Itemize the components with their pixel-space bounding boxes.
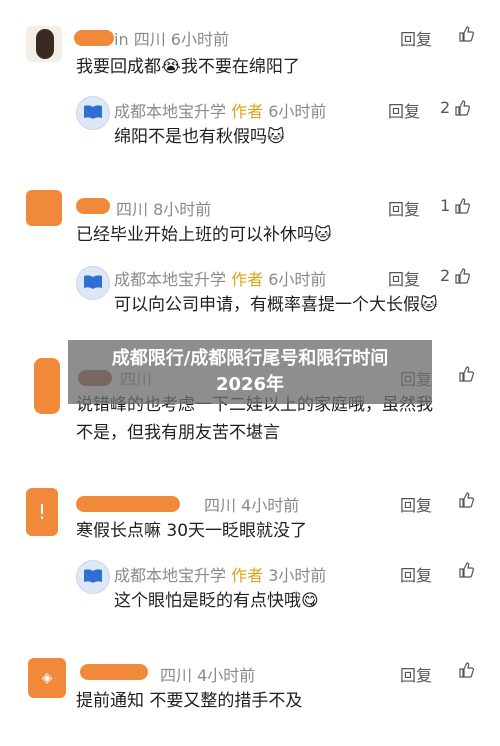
- redacted-username: [74, 30, 114, 46]
- reply-author: 成都本地宝升学: [114, 102, 227, 121]
- reply-meta: 成都本地宝升学 作者 6小时前: [114, 266, 326, 290]
- reply-button[interactable]: 回复: [400, 26, 432, 50]
- thumb-up-icon: [455, 267, 471, 284]
- redacted-username: [76, 496, 180, 512]
- overlay-line-2: 2026年: [215, 374, 285, 395]
- location: 四川: [133, 30, 166, 49]
- author-avatar[interactable]: [76, 266, 110, 300]
- reply-button[interactable]: 回复: [388, 266, 420, 290]
- comment-meta: in 四川 6小时前: [114, 26, 229, 50]
- avatar[interactable]: !: [26, 488, 58, 536]
- book-icon: [84, 569, 102, 583]
- book-icon: [84, 275, 102, 289]
- like-button[interactable]: [454, 26, 474, 42]
- location: 四川: [204, 496, 237, 515]
- reply-button[interactable]: 回复: [388, 196, 420, 220]
- thumb-up-icon: [455, 99, 471, 116]
- author-tag: 作者: [231, 270, 264, 289]
- like-count: 1: [440, 196, 451, 215]
- redacted-username: [76, 198, 110, 214]
- like-button[interactable]: [454, 492, 474, 508]
- comment-text: 寒假长点嘛 30天一眨眼就没了: [76, 521, 308, 541]
- reply-timestamp: 3小时前: [268, 566, 327, 585]
- reply-button[interactable]: 回复: [400, 662, 432, 686]
- comment-text: 提前通知 不要又整的措手不及: [76, 691, 303, 711]
- avatar[interactable]: [26, 26, 62, 62]
- thumb-up-icon: [459, 562, 474, 578]
- overlay-line-1: 成都限行/成都限行尾号和限行时间: [111, 348, 389, 369]
- timestamp: 8小时前: [153, 200, 212, 219]
- author-avatar[interactable]: [76, 560, 110, 594]
- book-icon: [84, 105, 102, 119]
- reply-timestamp: 6小时前: [268, 270, 327, 289]
- like-button[interactable]: 2: [440, 98, 471, 117]
- reply-text: 绵阳不是也有秋假吗🐱: [114, 127, 285, 147]
- location: 四川: [116, 200, 149, 219]
- comment-text-line-2: 不是，但我有朋友苦不堪言: [76, 423, 280, 443]
- like-button[interactable]: [454, 366, 474, 382]
- reply-meta: 成都本地宝升学 作者 6小时前: [114, 98, 326, 122]
- thumb-up-icon: [459, 662, 474, 678]
- comment-meta: 四川 4小时前: [160, 662, 255, 686]
- reply-text: 这个眼怕是眨的有点快哦😋: [114, 591, 319, 611]
- reply-button[interactable]: 回复: [400, 562, 432, 586]
- comment-text: 已经毕业开始上班的可以补休吗🐱: [76, 225, 332, 245]
- comment-text: 我要回成都😭我不要在绵阳了: [76, 57, 300, 77]
- reply-button[interactable]: 回复: [388, 98, 420, 122]
- timestamp: 4小时前: [197, 666, 256, 685]
- author-tag: 作者: [231, 102, 264, 121]
- username-suffix: in: [114, 30, 129, 49]
- author-avatar[interactable]: [76, 96, 110, 130]
- reply-text: 可以向公司申请，有概率喜提一个大长假🐱: [114, 295, 438, 315]
- avatar-mark: ◈: [41, 670, 53, 686]
- like-count: 2: [440, 98, 451, 117]
- like-button[interactable]: 1: [440, 196, 471, 215]
- reply-meta: 成都本地宝升学 作者 3小时前: [114, 562, 326, 586]
- like-button[interactable]: [454, 662, 474, 678]
- like-button[interactable]: 2: [440, 266, 471, 285]
- timestamp: 6小时前: [170, 30, 229, 49]
- avatar-mark: !: [37, 500, 47, 524]
- author-tag: 作者: [231, 566, 264, 585]
- avatar[interactable]: [34, 358, 60, 414]
- thumb-up-icon: [459, 26, 474, 42]
- like-button[interactable]: [454, 562, 474, 578]
- reply-timestamp: 6小时前: [268, 102, 327, 121]
- timestamp: 4小时前: [241, 496, 300, 515]
- redacted-username: [80, 664, 148, 680]
- reply-author: 成都本地宝升学: [114, 270, 227, 289]
- avatar[interactable]: ◈: [28, 658, 66, 698]
- thumb-up-icon: [455, 197, 471, 214]
- reply-author: 成都本地宝升学: [114, 566, 227, 585]
- thumb-up-icon: [459, 366, 474, 382]
- thumb-up-icon: [459, 492, 474, 508]
- like-count: 2: [440, 266, 451, 285]
- avatar[interactable]: [26, 190, 62, 226]
- location: 四川: [160, 666, 193, 685]
- reply-button[interactable]: 回复: [400, 492, 432, 516]
- comment-meta: 四川 4小时前: [204, 492, 299, 516]
- comment-meta: 四川 8小时前: [116, 196, 211, 220]
- title-overlay: 成都限行/成都限行尾号和限行时间 2026年: [68, 340, 432, 404]
